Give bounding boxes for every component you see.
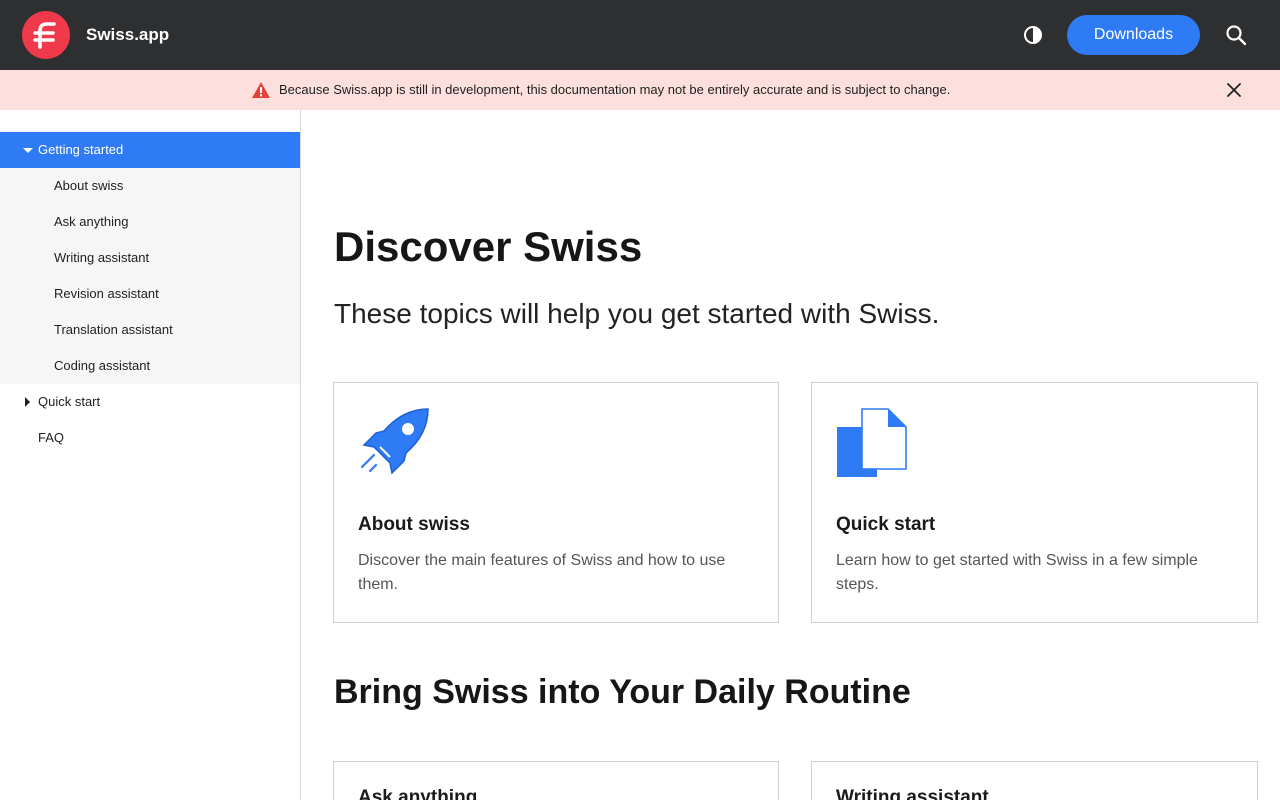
sidebar-item-label: About swiss <box>54 178 124 193</box>
brand-name[interactable]: Swiss.app <box>86 24 169 46</box>
sidebar-item-label: Ask anything <box>54 214 129 229</box>
banner-message: Because Swiss.app is still in developmen… <box>279 82 951 97</box>
sidebar-item-label: Revision assistant <box>54 286 159 301</box>
card-ask-anything[interactable]: Ask anything <box>333 761 779 800</box>
sidebar-item-label: Getting started <box>38 142 124 157</box>
card-title: Writing assistant <box>836 787 989 800</box>
card-title: Ask anything <box>358 787 478 800</box>
sidebar-item-getting-started[interactable]: Getting started <box>0 132 300 168</box>
card-description: Discover the main features of Swiss and … <box>358 552 726 593</box>
sidebar-item-faq[interactable]: FAQ <box>0 420 300 456</box>
sidebar-item-about-swiss[interactable]: About swiss <box>0 168 300 204</box>
sidebar-item-label: FAQ <box>38 430 65 445</box>
rocket-icon <box>358 407 430 479</box>
sidebar-item-quick-start[interactable]: Quick start <box>0 384 300 420</box>
sidebar-item-revision-assistant[interactable]: Revision assistant <box>0 276 300 312</box>
caret-down-icon <box>23 132 33 168</box>
warning-icon <box>251 81 271 99</box>
sidebar-item-writing-assistant[interactable]: Writing assistant <box>0 240 300 276</box>
page-lead: These topics will help you get started w… <box>334 298 940 329</box>
sidebar-item-translation-assistant[interactable]: Translation assistant <box>0 312 300 348</box>
sidebar-item-label: Coding assistant <box>54 358 151 373</box>
contrast-icon[interactable] <box>1021 23 1045 47</box>
downloads-button[interactable]: Downloads <box>1067 15 1200 55</box>
card-about-swiss[interactable]: About swiss Discover the main features o… <box>333 382 779 623</box>
swiss-logo-icon[interactable] <box>22 11 70 59</box>
documents-icon <box>836 407 908 479</box>
card-title: Quick start <box>836 514 936 535</box>
sidebar-item-label: Translation assistant <box>54 322 173 337</box>
card-quick-start[interactable]: Quick start Learn how to get started wit… <box>811 382 1258 623</box>
card-description: Learn how to get started with Swiss in a… <box>836 552 1198 593</box>
caret-right-icon <box>23 384 33 420</box>
sidebar-item-label: Quick start <box>38 394 101 409</box>
search-icon[interactable] <box>1224 23 1248 47</box>
card-title: About swiss <box>358 514 470 535</box>
section-title: Bring Swiss into Your Daily Routine <box>334 673 911 711</box>
sidebar-item-coding-assistant[interactable]: Coding assistant <box>0 348 300 384</box>
sidebar-item-ask-anything[interactable]: Ask anything <box>0 204 300 240</box>
sidebar-item-label: Writing assistant <box>54 250 150 265</box>
card-writing-assistant[interactable]: Writing assistant <box>811 761 1258 800</box>
close-icon[interactable] <box>1225 81 1243 99</box>
page-title: Discover Swiss <box>334 223 643 270</box>
